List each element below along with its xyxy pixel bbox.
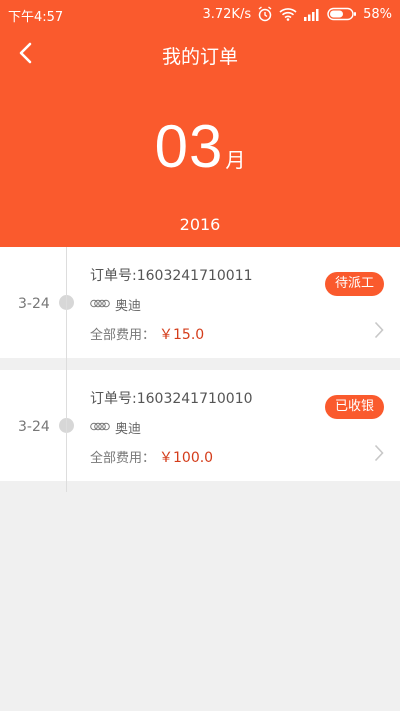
order-number: 订单号:1603241710010	[90, 388, 253, 408]
status-right: 3.72K/s 58%	[202, 6, 392, 22]
order-number-value: 1603241710011	[136, 268, 253, 284]
order-card[interactable]: 3-24 订单号:1603241710010 奥迪 全部费用： ￥100.0 已收…	[0, 370, 400, 481]
network-speed: 3.72K/s	[202, 6, 252, 22]
status-badge: 待派工	[324, 272, 384, 296]
status-badge: 已收银	[324, 395, 384, 419]
alarm-icon	[257, 6, 273, 22]
battery-icon	[327, 7, 357, 21]
fee-price: ￥100.0	[159, 450, 214, 466]
order-number-label: 订单号:	[90, 391, 137, 407]
order-fee: 全部费用： ￥15.0	[90, 324, 204, 344]
order-card[interactable]: 3-24 订单号:1603241710011 奥迪 全部费用： ￥15.0 待派工	[0, 247, 400, 358]
page-title: 我的订单	[161, 46, 238, 68]
month-unit: 月	[225, 148, 246, 172]
order-fee: 全部费用： ￥100.0	[90, 447, 213, 467]
car-brand-label: 奥迪	[115, 299, 142, 314]
car-brand: 奥迪	[90, 295, 141, 314]
status-time: 下午4:57	[8, 10, 64, 25]
audi-logo-icon	[90, 297, 110, 312]
year-label: 2016	[179, 215, 221, 234]
chevron-right-icon[interactable]	[374, 321, 384, 343]
timeline-line	[66, 247, 67, 492]
header: 下午4:57 3.72K/s 58% 我的订单 03 月 2016	[0, 0, 400, 247]
car-brand-label: 奥迪	[115, 422, 142, 437]
fee-label: 全部费用：	[90, 328, 156, 343]
audi-logo-icon	[90, 420, 110, 435]
order-date: 3-24	[18, 419, 50, 435]
order-date: 3-24	[18, 296, 50, 312]
month-number: 03	[154, 113, 224, 180]
signal-icon	[303, 7, 321, 21]
fee-label: 全部费用：	[90, 451, 156, 466]
car-brand: 奥迪	[90, 418, 141, 437]
order-number-value: 1603241710010	[136, 391, 253, 407]
fee-price: ￥15.0	[159, 327, 205, 343]
wifi-icon	[279, 7, 297, 21]
order-number-label: 订单号:	[90, 268, 137, 284]
chevron-right-icon[interactable]	[374, 444, 384, 466]
status-bar: 下午4:57 3.72K/s 58%	[0, 0, 400, 28]
nav-bar: 我的订单	[0, 30, 400, 80]
order-number: 订单号:1603241710011	[90, 265, 253, 285]
battery-percent: 58%	[363, 6, 392, 22]
month-display: 03 月	[0, 112, 400, 181]
